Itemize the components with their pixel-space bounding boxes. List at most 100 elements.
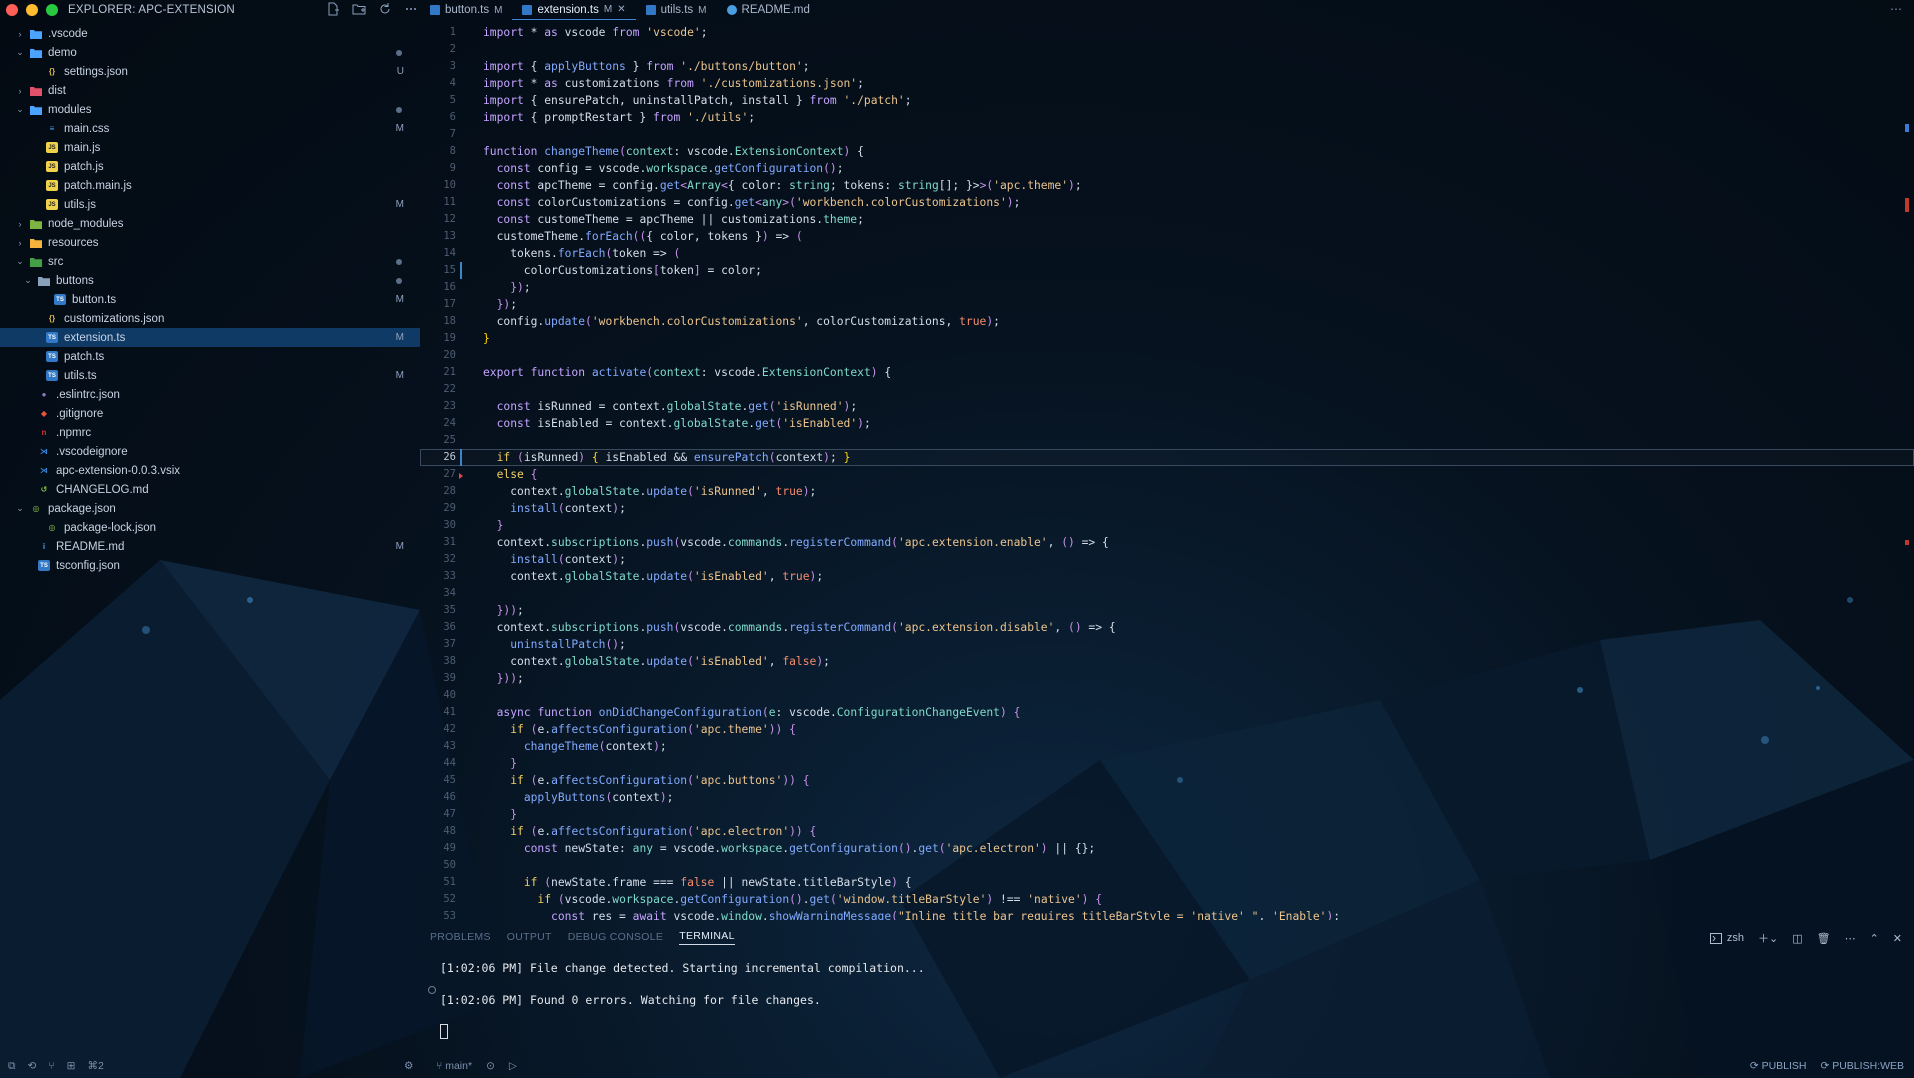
editor-gutter[interactable] xyxy=(456,364,468,381)
code-line[interactable]: 26 if (isRunned) { isEnabled && ensurePa… xyxy=(420,449,1914,466)
code-line[interactable]: 20 xyxy=(420,347,1914,364)
editor-gutter[interactable] xyxy=(456,296,468,313)
tree-file-item[interactable]: {} customizations.json xyxy=(0,309,420,328)
tab-extension-ts[interactable]: extension.ts M ✕ xyxy=(512,0,636,20)
tree-folder-item[interactable]: ⌄ ◎ package.json xyxy=(0,499,420,518)
tree-folder-item[interactable]: › .vscode xyxy=(0,24,420,43)
editor-gutter[interactable] xyxy=(456,823,468,840)
code-line[interactable]: 52 if (vscode.workspace.getConfiguration… xyxy=(420,891,1914,908)
panel-tab-problems[interactable]: PROBLEMS xyxy=(430,931,491,943)
editor-gutter[interactable] xyxy=(456,857,468,874)
editor-gutter[interactable] xyxy=(456,126,468,143)
tree-folder-item[interactable]: › resources xyxy=(0,233,420,252)
editor-gutter[interactable] xyxy=(456,24,468,41)
code-line[interactable]: 46 applyButtons(context); xyxy=(420,789,1914,806)
editor-gutter[interactable] xyxy=(456,755,468,772)
tree-file-item[interactable]: TS extension.ts M xyxy=(0,328,420,347)
editor-more-icon[interactable]: ⋯ xyxy=(1890,2,1902,16)
editor-gutter[interactable] xyxy=(456,653,468,670)
tree-folder-item[interactable]: ⌄ buttons xyxy=(0,271,420,290)
code-line[interactable]: 30 } xyxy=(420,517,1914,534)
code-line[interactable]: 18 config.update('workbench.colorCustomi… xyxy=(420,313,1914,330)
new-folder-icon[interactable] xyxy=(352,2,366,16)
sync-icon[interactable]: ⟲ xyxy=(28,1060,37,1072)
code-line[interactable]: 37 uninstallPatch(); xyxy=(420,636,1914,653)
code-line[interactable]: 53 const res = await vscode.window.showW… xyxy=(420,908,1914,920)
editor-gutter[interactable] xyxy=(456,398,468,415)
tree-file-item[interactable]: ⋊ apc-extension-0.0.3.vsix xyxy=(0,461,420,480)
code-line[interactable]: 15 colorCustomizations[token] = color; xyxy=(420,262,1914,279)
terminal-prompt[interactable] xyxy=(440,1024,1914,1056)
code-line[interactable]: 5 import { ensurePatch, uninstallPatch, i… xyxy=(420,92,1914,109)
code-line[interactable]: 29 install(context); xyxy=(420,500,1914,517)
editor-gutter[interactable] xyxy=(456,840,468,857)
editor-gutter[interactable] xyxy=(456,313,468,330)
code-line[interactable]: 24 const isEnabled = context.globalState… xyxy=(420,415,1914,432)
code-line[interactable]: 14 tokens.forEach(token => ( xyxy=(420,245,1914,262)
code-line[interactable]: 6 import { promptRestart } from './utils'… xyxy=(420,109,1914,126)
more-icon[interactable] xyxy=(404,2,418,16)
editor-gutter[interactable] xyxy=(456,721,468,738)
editor-gutter[interactable] xyxy=(456,381,468,398)
split-terminal-icon[interactable]: ◫ xyxy=(1792,932,1802,945)
tree-file-item[interactable]: ⋊ .vscodeignore xyxy=(0,442,420,461)
git-icon[interactable]: ⑂ xyxy=(48,1060,54,1072)
code-line[interactable]: 3 import { applyButtons } from './buttons… xyxy=(420,58,1914,75)
zoom-window-button[interactable] xyxy=(46,4,58,16)
code-line[interactable]: 16 }); xyxy=(420,279,1914,296)
settings-icon[interactable]: ⚙ xyxy=(404,1060,413,1072)
tree-folder-item[interactable]: › dist xyxy=(0,81,420,100)
editor-gutter[interactable] xyxy=(456,245,468,262)
editor-gutter[interactable] xyxy=(456,636,468,653)
editor-gutter[interactable] xyxy=(456,109,468,126)
code-line[interactable]: 11 const colorCustomizations = config.ge… xyxy=(420,194,1914,211)
editor-gutter[interactable] xyxy=(456,58,468,75)
editor-gutter[interactable] xyxy=(456,92,468,109)
terminal-shell[interactable]: zsh xyxy=(1709,932,1744,944)
code-line[interactable]: 13 customeTheme.forEach(({ color, tokens… xyxy=(420,228,1914,245)
code-line[interactable]: 8 function changeTheme(context: vscode.Ex… xyxy=(420,143,1914,160)
code-line[interactable]: 36 context.subscriptions.push(vscode.com… xyxy=(420,619,1914,636)
code-line[interactable]: 51 if (newState.frame === false || newSt… xyxy=(420,874,1914,891)
editor-gutter[interactable] xyxy=(456,194,468,211)
editor-gutter[interactable] xyxy=(456,891,468,908)
tree-folder-item[interactable]: ⌄ modules xyxy=(0,100,420,119)
copy-icon[interactable]: ⧉ xyxy=(8,1060,16,1073)
editor-gutter[interactable] xyxy=(456,534,468,551)
editor-gutter[interactable] xyxy=(456,517,468,534)
code-line[interactable]: 21 export function activate(context: vsco… xyxy=(420,364,1914,381)
tree-file-item[interactable]: JS patch.js xyxy=(0,157,420,176)
tree-file-item[interactable]: ≡ main.css M xyxy=(0,119,420,138)
editor-gutter[interactable] xyxy=(456,585,468,602)
minimize-window-button[interactable] xyxy=(26,4,38,16)
run-icon[interactable]: ▷ xyxy=(509,1060,517,1072)
split-icon[interactable]: ⊞ xyxy=(67,1060,76,1072)
tree-folder-item[interactable]: ⌄ src xyxy=(0,252,420,271)
editor-gutter[interactable] xyxy=(456,177,468,194)
close-window-button[interactable] xyxy=(6,4,18,16)
code-line[interactable]: 33 context.globalState.update('isEnabled… xyxy=(420,568,1914,585)
new-terminal-icon[interactable]: ＋⌄ xyxy=(1758,930,1778,946)
more-icon[interactable]: ⋯ xyxy=(1845,932,1856,945)
tree-file-item[interactable]: JS utils.js M xyxy=(0,195,420,214)
terminal-output[interactable]: [1:02:06 PM] File change detected. Start… xyxy=(420,950,1914,1056)
code-line[interactable]: 28 context.globalState.update('isRunned'… xyxy=(420,483,1914,500)
code-line[interactable]: 43 changeTheme(context); xyxy=(420,738,1914,755)
code-line[interactable]: 42 if (e.affectsConfiguration('apc.theme… xyxy=(420,721,1914,738)
tree-file-item[interactable]: ↺ CHANGELOG.md xyxy=(0,480,420,499)
code-editor[interactable]: 1 import * as vscode from 'vscode'; 2 3 impo… xyxy=(420,24,1914,920)
tab-README-md[interactable]: README.md xyxy=(717,0,820,20)
editor-gutter[interactable] xyxy=(456,908,468,920)
editor-gutter[interactable] xyxy=(456,228,468,245)
editor-gutter[interactable] xyxy=(456,75,468,92)
editor-gutter[interactable] xyxy=(456,41,468,58)
panel-tab-terminal[interactable]: TERMINAL xyxy=(679,930,735,945)
tab-utils-ts[interactable]: utils.ts M xyxy=(636,0,717,20)
tree-file-item[interactable]: TS button.ts M xyxy=(0,290,420,309)
tree-file-item[interactable]: ◆ .gitignore xyxy=(0,404,420,423)
code-line[interactable]: 19} xyxy=(420,330,1914,347)
sync-status-icon[interactable]: ⊙ xyxy=(486,1060,495,1072)
code-line[interactable]: 32 install(context); xyxy=(420,551,1914,568)
editor-gutter[interactable] xyxy=(456,670,468,687)
code-line[interactable]: 50 xyxy=(420,857,1914,874)
